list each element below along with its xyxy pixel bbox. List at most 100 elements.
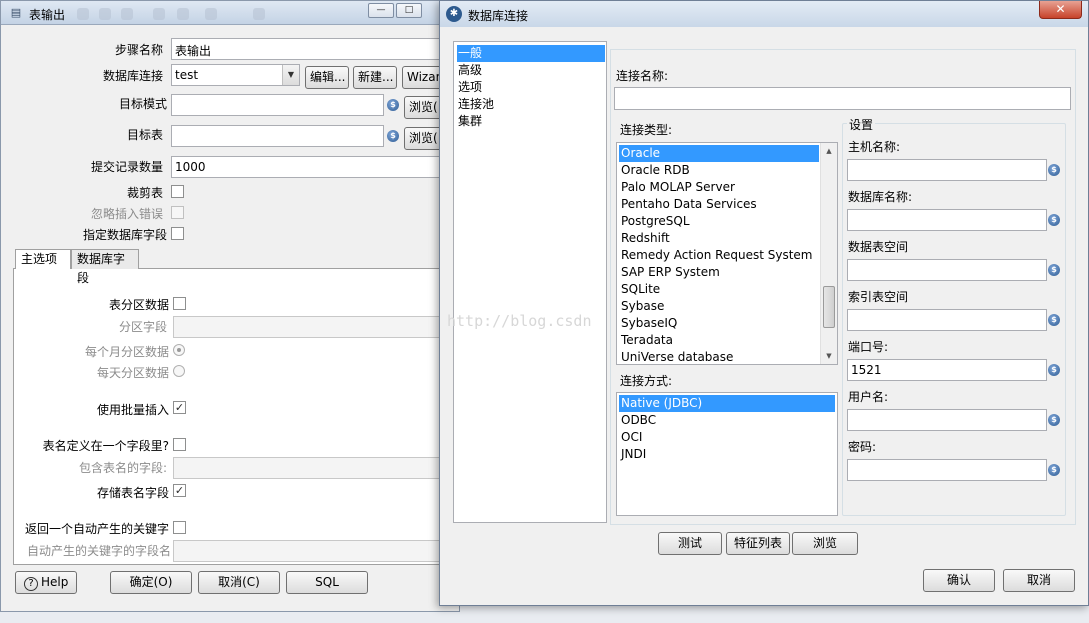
access-method-list[interactable]: Native (JDBC) ODBC OCI JNDI	[616, 392, 838, 516]
nav-item-options[interactable]: 选项	[457, 79, 605, 96]
variable-icon[interactable]: $	[1048, 414, 1060, 426]
return-key-checkbox[interactable]	[173, 521, 186, 534]
table-icon: ▤	[10, 6, 22, 19]
variable-icon[interactable]: $	[1048, 264, 1060, 276]
tab-database-fields[interactable]: 数据库字段	[71, 249, 139, 285]
partition-field-select[interactable]	[173, 316, 441, 338]
store-table-name-label: 存储表名字段	[96, 486, 169, 500]
list-item[interactable]: Palo MOLAP Server	[619, 179, 735, 196]
commit-size-input[interactable]: 1000	[171, 156, 446, 178]
nav-item-advanced[interactable]: 高级	[457, 62, 605, 79]
chevron-up-icon[interactable]: ▲	[821, 143, 837, 159]
variable-icon[interactable]: $	[1048, 314, 1060, 326]
partition-label: 表分区数据	[108, 298, 169, 312]
list-item[interactable]: ODBC	[619, 412, 656, 429]
connection-type-list[interactable]: Oracle Oracle RDB Palo MOLAP Server Pent…	[616, 142, 838, 365]
list-item[interactable]: Native (JDBC)	[619, 395, 835, 412]
ignore-errors-checkbox[interactable]	[171, 206, 184, 219]
list-item[interactable]: Oracle RDB	[619, 162, 690, 179]
tab-main-options[interactable]: 主选项	[15, 249, 71, 269]
toolbar-ghost-icon	[99, 8, 111, 20]
list-item[interactable]: PostgreSQL	[619, 213, 690, 230]
explore-button[interactable]: 浏览	[792, 532, 858, 555]
batch-insert-checkbox[interactable]: ✓	[173, 401, 186, 414]
connection-type-scrollbar[interactable]: ▲ ▼	[820, 143, 837, 364]
dialog-cancel-button[interactable]: 取消	[1003, 569, 1075, 592]
list-item[interactable]: SybaseIQ	[619, 315, 677, 332]
cancel-button[interactable]: 取消(C)	[198, 571, 280, 594]
truncate-checkbox[interactable]	[171, 185, 184, 198]
db-connection-select[interactable]: test ▼	[171, 64, 300, 86]
nav-item-clustering[interactable]: 集群	[457, 113, 605, 130]
password-input[interactable]	[847, 459, 1047, 481]
target-table-input[interactable]	[171, 125, 384, 147]
chevron-down-icon[interactable]: ▼	[821, 348, 837, 364]
index-tablespace-input[interactable]	[847, 309, 1047, 331]
list-item[interactable]: Remedy Action Request System	[619, 247, 813, 264]
list-item[interactable]: JNDI	[619, 446, 646, 463]
sql-button[interactable]: SQL	[286, 571, 368, 594]
help-icon: ?	[24, 577, 38, 591]
help-button[interactable]: ? Help	[15, 571, 77, 594]
list-item[interactable]: OCI	[619, 429, 642, 446]
table-output-window: ▤ 表输出 — □ 步骤名称 表输出 数据库连接 test ▼ 编辑... 新建…	[0, 0, 461, 612]
help-button-label: Help	[41, 575, 69, 589]
key-field-input[interactable]	[173, 540, 441, 562]
variable-icon[interactable]: $	[387, 130, 399, 142]
username-input[interactable]	[847, 409, 1047, 431]
list-item[interactable]: Sybase	[619, 298, 664, 315]
list-item[interactable]: Pentaho Data Services	[619, 196, 757, 213]
feature-list-button[interactable]: 特征列表	[726, 532, 790, 555]
list-item[interactable]: SAP ERP System	[619, 264, 720, 281]
step-name-input[interactable]: 表输出	[171, 38, 446, 60]
step-name-label: 步骤名称	[114, 43, 163, 57]
table-name-field-label: 包含表名的字段:	[78, 461, 167, 475]
chevron-down-icon[interactable]: ▼	[282, 65, 299, 85]
variable-icon[interactable]: $	[1048, 364, 1060, 376]
list-item[interactable]: SQLite	[619, 281, 660, 298]
tablespace-input[interactable]	[847, 259, 1047, 281]
minimize-button[interactable]: —	[368, 3, 394, 18]
list-item[interactable]: UniVerse database	[619, 349, 733, 364]
scrollbar-thumb[interactable]	[823, 286, 835, 328]
variable-icon[interactable]: $	[1048, 464, 1060, 476]
table-in-field-checkbox[interactable]	[173, 438, 186, 451]
table-name-field-select[interactable]	[173, 457, 441, 479]
toolbar-ghost-icon	[177, 8, 189, 20]
specify-fields-checkbox[interactable]	[171, 227, 184, 240]
host-input[interactable]	[847, 159, 1047, 181]
edit-connection-button[interactable]: 编辑...	[305, 66, 349, 89]
variable-icon[interactable]: $	[387, 99, 399, 111]
target-schema-label: 目标模式	[118, 97, 167, 111]
target-schema-input[interactable]	[171, 94, 384, 116]
list-item[interactable]: Teradata	[619, 332, 673, 349]
store-table-name-checkbox[interactable]: ✓	[173, 484, 186, 497]
toolbar-ghost-icon	[153, 8, 165, 20]
list-item[interactable]: Oracle	[619, 145, 819, 162]
daily-partition-radio[interactable]	[173, 365, 185, 377]
browse-schema-button[interactable]: 浏览(	[404, 96, 442, 119]
new-connection-button[interactable]: 新建...	[353, 66, 397, 89]
connection-name-input[interactable]	[614, 87, 1071, 110]
host-label: 主机名称:	[848, 140, 901, 154]
partition-checkbox[interactable]	[173, 297, 186, 310]
db-name-input[interactable]	[847, 209, 1047, 231]
variable-icon[interactable]: $	[1048, 214, 1060, 226]
list-item[interactable]: Redshift	[619, 230, 670, 247]
nav-item-general[interactable]: 一般	[457, 45, 605, 62]
close-icon[interactable]: ✕	[1039, 1, 1082, 19]
confirm-button[interactable]: 确认	[923, 569, 995, 592]
wizard-button[interactable]: Wizar	[402, 66, 442, 89]
maximize-button[interactable]: □	[396, 3, 422, 18]
browse-table-button[interactable]: 浏览(	[404, 127, 442, 150]
port-input[interactable]: 1521	[847, 359, 1047, 381]
variable-icon[interactable]: $	[1048, 164, 1060, 176]
db-connection-value: test	[175, 68, 199, 82]
tablespace-label: 数据表空间	[848, 240, 909, 254]
monthly-partition-radio[interactable]	[173, 344, 185, 356]
test-button[interactable]: 测试	[658, 532, 722, 555]
nav-item-pooling[interactable]: 连接池	[457, 96, 605, 113]
ok-button[interactable]: 确定(O)	[110, 571, 192, 594]
specify-fields-label: 指定数据库字段	[82, 228, 167, 242]
toolbar-ghost-icon	[253, 8, 265, 20]
